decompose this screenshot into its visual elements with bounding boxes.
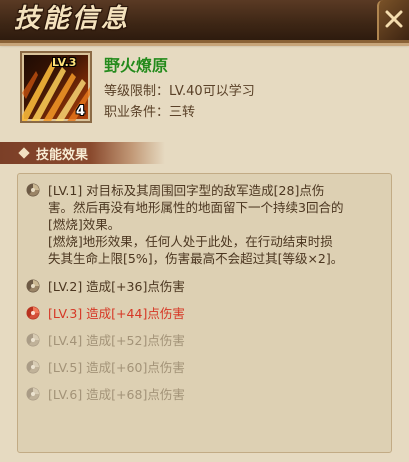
swirl-icon: [26, 333, 40, 347]
desc-line: [燃烧]效果。: [48, 217, 121, 232]
window-title: 技能信息: [14, 4, 131, 34]
level-requirement: 等级限制：LV.40可以学习: [104, 84, 255, 99]
section-label: 技能效果: [36, 148, 89, 163]
level-row-2: [LV.2] 造成[+36]点伤害: [26, 278, 185, 295]
section-tab-skill-effect: 技能效果: [0, 142, 165, 164]
header-bar: 技能信息: [0, 0, 409, 46]
close-icon[interactable]: [385, 9, 403, 29]
skill-name: 野火燎原: [104, 56, 169, 75]
skill-count-badge: 4: [75, 104, 85, 119]
desc-line: [LV.1] 对目标及其周围回字型的敌军造成[28]点伤: [48, 183, 325, 198]
swirl-icon: [26, 279, 40, 293]
level-row-1: [LV.1] 对目标及其周围回字型的敌军造成[28]点伤 害。然后再没有地形属性…: [26, 182, 393, 267]
level-4-text: [LV.4] 造成[+52]点伤害: [48, 333, 185, 348]
level-row-5: [LV.5] 造成[+60]点伤害: [26, 359, 185, 376]
level-1-description: [LV.1] 对目标及其周围回字型的敌军造成[28]点伤 害。然后再没有地形属性…: [48, 182, 393, 267]
level-5-text: [LV.5] 造成[+60]点伤害: [48, 360, 185, 375]
skill-effect-panel: [LV.1] 对目标及其周围回字型的敌军造成[28]点伤 害。然后再没有地形属性…: [17, 173, 392, 453]
level-row-4: [LV.4] 造成[+52]点伤害: [26, 332, 185, 349]
skill-level-badge: LV.3: [52, 56, 77, 69]
swirl-icon: [26, 306, 40, 320]
swirl-icon: [26, 387, 40, 401]
desc-line: [燃烧]地形效果，任何人处于此处，在行动结束时损: [48, 234, 333, 249]
desc-line: 害。然后再没有地形属性的地面留下一个持续3回合的: [48, 200, 344, 215]
swirl-icon: [26, 360, 40, 374]
level-6-text: [LV.6] 造成[+68]点伤害: [48, 387, 185, 402]
swirl-icon: [26, 183, 40, 197]
skill-icon: LV.3 4: [20, 51, 92, 123]
close-button[interactable]: [377, 0, 409, 40]
level-2-text: [LV.2] 造成[+36]点伤害: [48, 279, 185, 294]
job-requirement: 职业条件：三转: [104, 105, 196, 120]
level-3-text: [LV.3] 造成[+44]点伤害: [48, 306, 185, 321]
level-row-6: [LV.6] 造成[+68]点伤害: [26, 386, 185, 403]
desc-line: 失其生命上限[5%]，伤害最高不会超过其[等级×2]。: [48, 251, 344, 266]
diamond-icon: [18, 147, 30, 159]
level-row-3-current: [LV.3] 造成[+44]点伤害: [26, 305, 185, 322]
